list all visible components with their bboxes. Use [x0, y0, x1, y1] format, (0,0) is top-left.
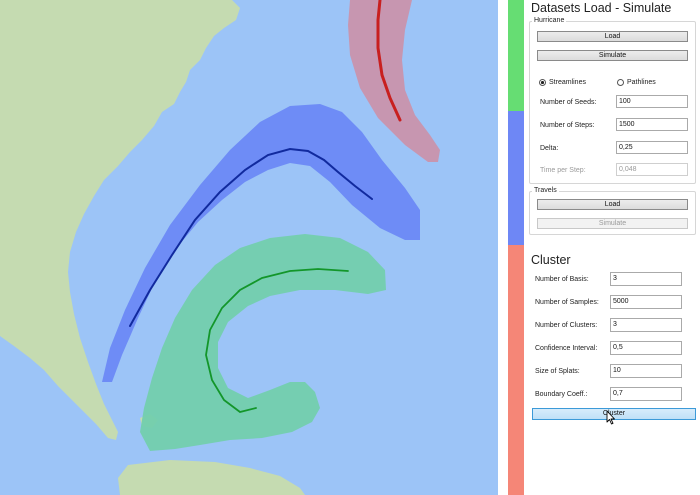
- panel-divider: [498, 0, 508, 495]
- confidence-input[interactable]: 0,5: [610, 341, 682, 355]
- samples-label: Number of Samples:: [535, 299, 599, 306]
- steps-label: Number of Steps:: [540, 122, 595, 129]
- panel-title: Datasets Load - Simulate: [531, 1, 672, 15]
- pathlines-radio[interactable]: [617, 79, 624, 86]
- seeds-input[interactable]: 100: [616, 95, 688, 108]
- samples-input[interactable]: 5000: [610, 295, 682, 309]
- cluster-title: Cluster: [531, 253, 571, 267]
- mouse-cursor-icon: [606, 410, 615, 425]
- travels-group-label: Travels: [532, 187, 559, 194]
- control-panel: Datasets Load - Simulate Hurricane Load …: [524, 0, 700, 495]
- map-view[interactable]: [0, 0, 498, 495]
- streamlines-radio[interactable]: [539, 79, 546, 86]
- hurricane-group-label: Hurricane: [532, 17, 567, 24]
- basis-input[interactable]: 3: [610, 272, 682, 286]
- time-per-step-input: 0,048: [616, 163, 688, 176]
- color-stripe-blue: [508, 111, 524, 245]
- time-per-step-label: Time per Step:: [540, 167, 586, 174]
- confidence-label: Confidence Interval:: [535, 345, 598, 352]
- clusters-input[interactable]: 3: [610, 318, 682, 332]
- pathlines-label[interactable]: Pathlines: [627, 79, 656, 86]
- basis-label: Number of Basis:: [535, 276, 589, 283]
- hurricane-simulate-button[interactable]: Simulate: [537, 50, 688, 61]
- travels-simulate-button: Simulate: [537, 218, 688, 229]
- travels-load-button[interactable]: Load: [537, 199, 688, 210]
- boundary-label: Boundary Coeff.:: [535, 391, 588, 398]
- color-stripe-green: [508, 0, 524, 111]
- splats-input[interactable]: 10: [610, 364, 682, 378]
- delta-input[interactable]: 0,25: [616, 141, 688, 154]
- steps-input[interactable]: 1500: [616, 118, 688, 131]
- splats-label: Size of Splats:: [535, 368, 580, 375]
- color-stripe-red: [508, 245, 524, 495]
- map-canvas[interactable]: [0, 0, 498, 495]
- hurricane-load-button[interactable]: Load: [537, 31, 688, 42]
- streamlines-label[interactable]: Streamlines: [549, 79, 586, 86]
- clusters-label: Number of Clusters:: [535, 322, 598, 329]
- delta-label: Delta:: [540, 145, 559, 152]
- boundary-input[interactable]: 0,7: [610, 387, 682, 401]
- seeds-label: Number of Seeds:: [540, 99, 597, 106]
